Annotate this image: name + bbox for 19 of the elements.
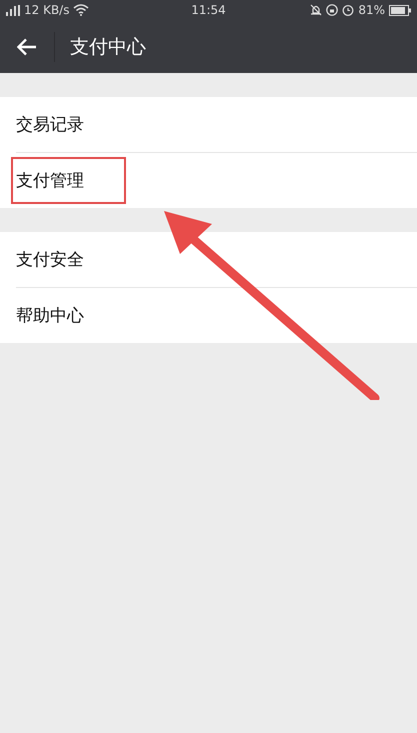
- battery-icon: [389, 4, 411, 16]
- page-title: 支付中心: [70, 34, 146, 60]
- signal-icon: [6, 4, 20, 16]
- lock-icon: [326, 4, 338, 16]
- menu-item[interactable]: 帮助中心: [16, 287, 417, 343]
- menu-item-label: 交易记录: [15, 114, 85, 137]
- bell-off-icon: [310, 4, 322, 16]
- menu-item[interactable]: 支付安全: [16, 232, 417, 287]
- alarm-icon: [342, 4, 354, 16]
- clock: 11:54: [191, 3, 226, 17]
- menu-item[interactable]: 交易记录: [16, 97, 417, 152]
- battery-percent: 81%: [358, 3, 385, 17]
- menu-item[interactable]: 支付管理: [16, 152, 417, 208]
- highlight-box: 支付管理: [11, 157, 126, 204]
- menu-item-label: 帮助中心: [15, 305, 85, 328]
- menu-item-label: 支付安全: [15, 249, 85, 272]
- wifi-icon: [73, 4, 90, 16]
- back-arrow-icon: [17, 38, 37, 56]
- network-speed: 12 KB/s: [24, 3, 70, 17]
